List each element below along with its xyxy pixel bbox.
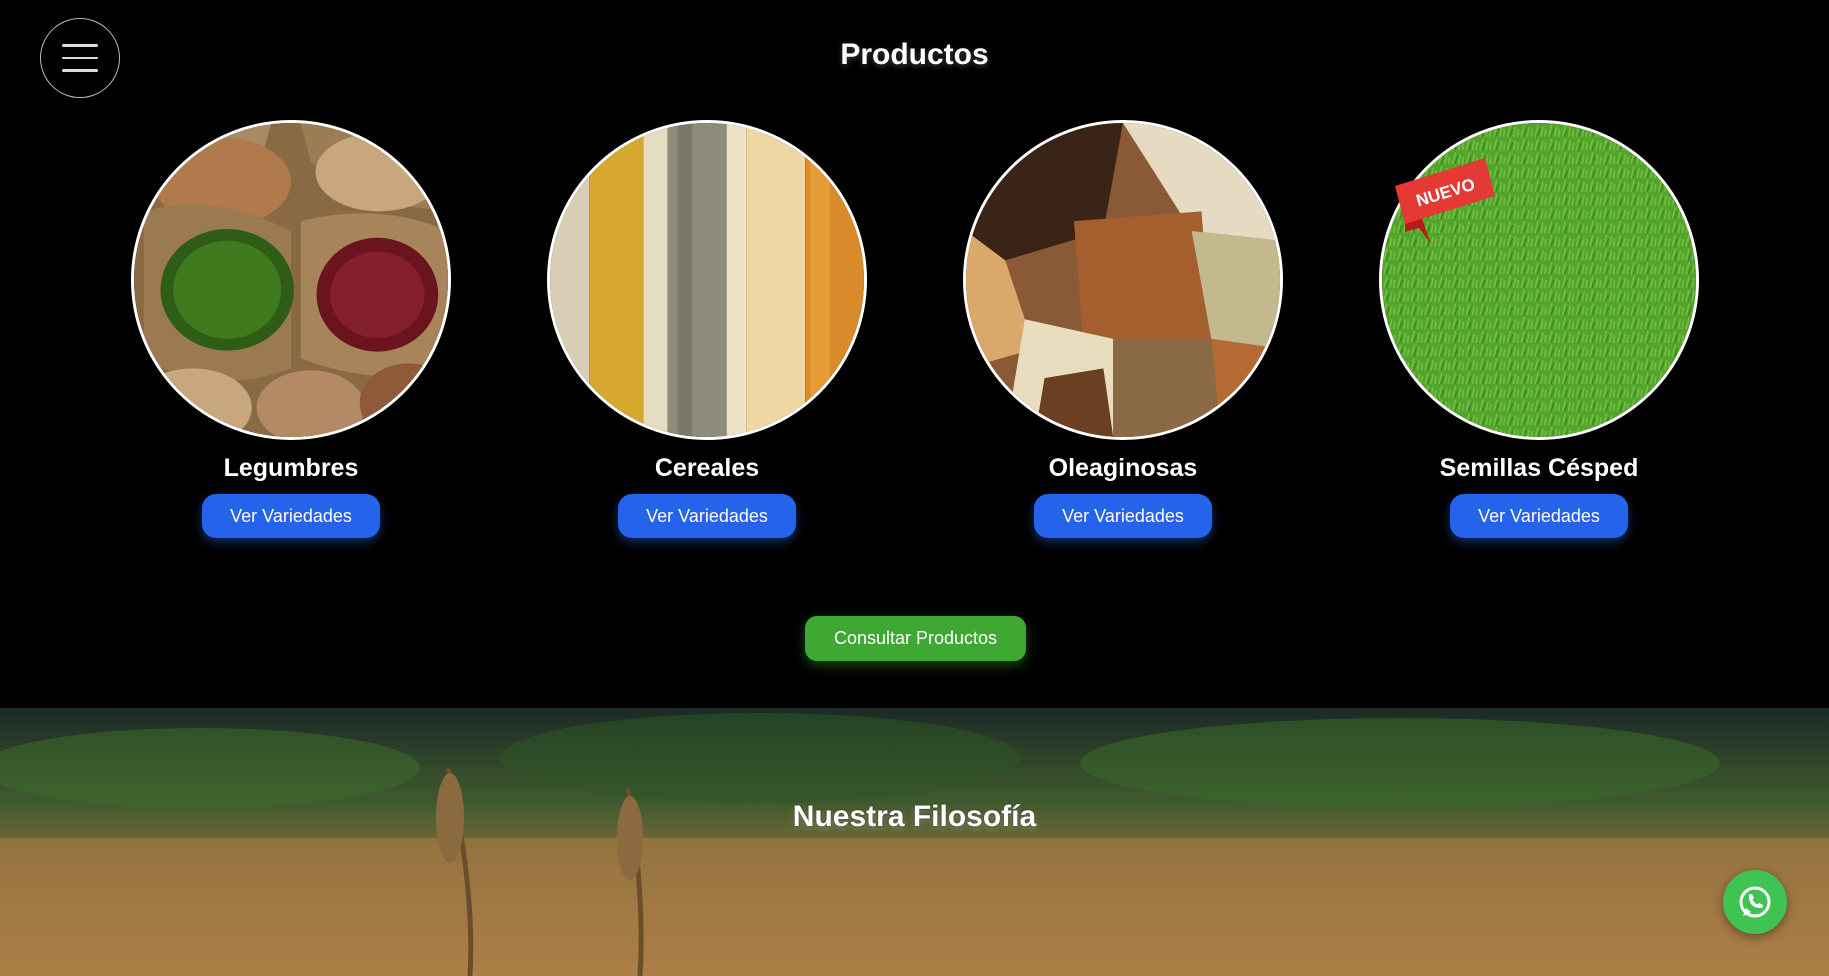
wheat-field-image xyxy=(0,708,1829,976)
product-name: Legumbres xyxy=(223,454,359,482)
product-name: Oleaginosas xyxy=(1048,454,1198,482)
whatsapp-button[interactable] xyxy=(1723,870,1787,934)
ver-variedades-button[interactable]: Ver Variedades xyxy=(1450,494,1628,538)
product-name: Cereales xyxy=(654,454,760,482)
ver-variedades-button[interactable]: Ver Variedades xyxy=(202,494,380,538)
nuevo-badge: NUEVO xyxy=(1395,158,1495,244)
whatsapp-icon xyxy=(1739,886,1771,918)
legumes-sacks-image[interactable] xyxy=(131,120,451,440)
consultar-productos-button[interactable]: Consultar Productos xyxy=(805,616,1026,661)
product-card-semillas-cesped: NUEVO Semillas Césped Ver Variedades xyxy=(1379,120,1699,538)
ver-variedades-button[interactable]: Ver Variedades xyxy=(618,494,796,538)
product-card-oleaginosas: Oleaginosas Ver Variedades xyxy=(963,120,1283,538)
product-card-legumbres: Legumbres Ver Variedades xyxy=(131,120,451,538)
product-card-cereales: Cereales Ver Variedades xyxy=(547,120,867,538)
product-name: Semillas Césped xyxy=(1439,454,1639,482)
nuts-seeds-image[interactable] xyxy=(963,120,1283,440)
philosophy-section xyxy=(0,708,1829,976)
philosophy-title: Nuestra Filosofía xyxy=(792,800,1037,833)
cereal-grains-image[interactable] xyxy=(547,120,867,440)
products-title: Productos xyxy=(840,38,989,71)
products-grid: Legumbres Ver Variedades Cereales Ver Va… xyxy=(0,120,1829,540)
ver-variedades-button[interactable]: Ver Variedades xyxy=(1034,494,1212,538)
